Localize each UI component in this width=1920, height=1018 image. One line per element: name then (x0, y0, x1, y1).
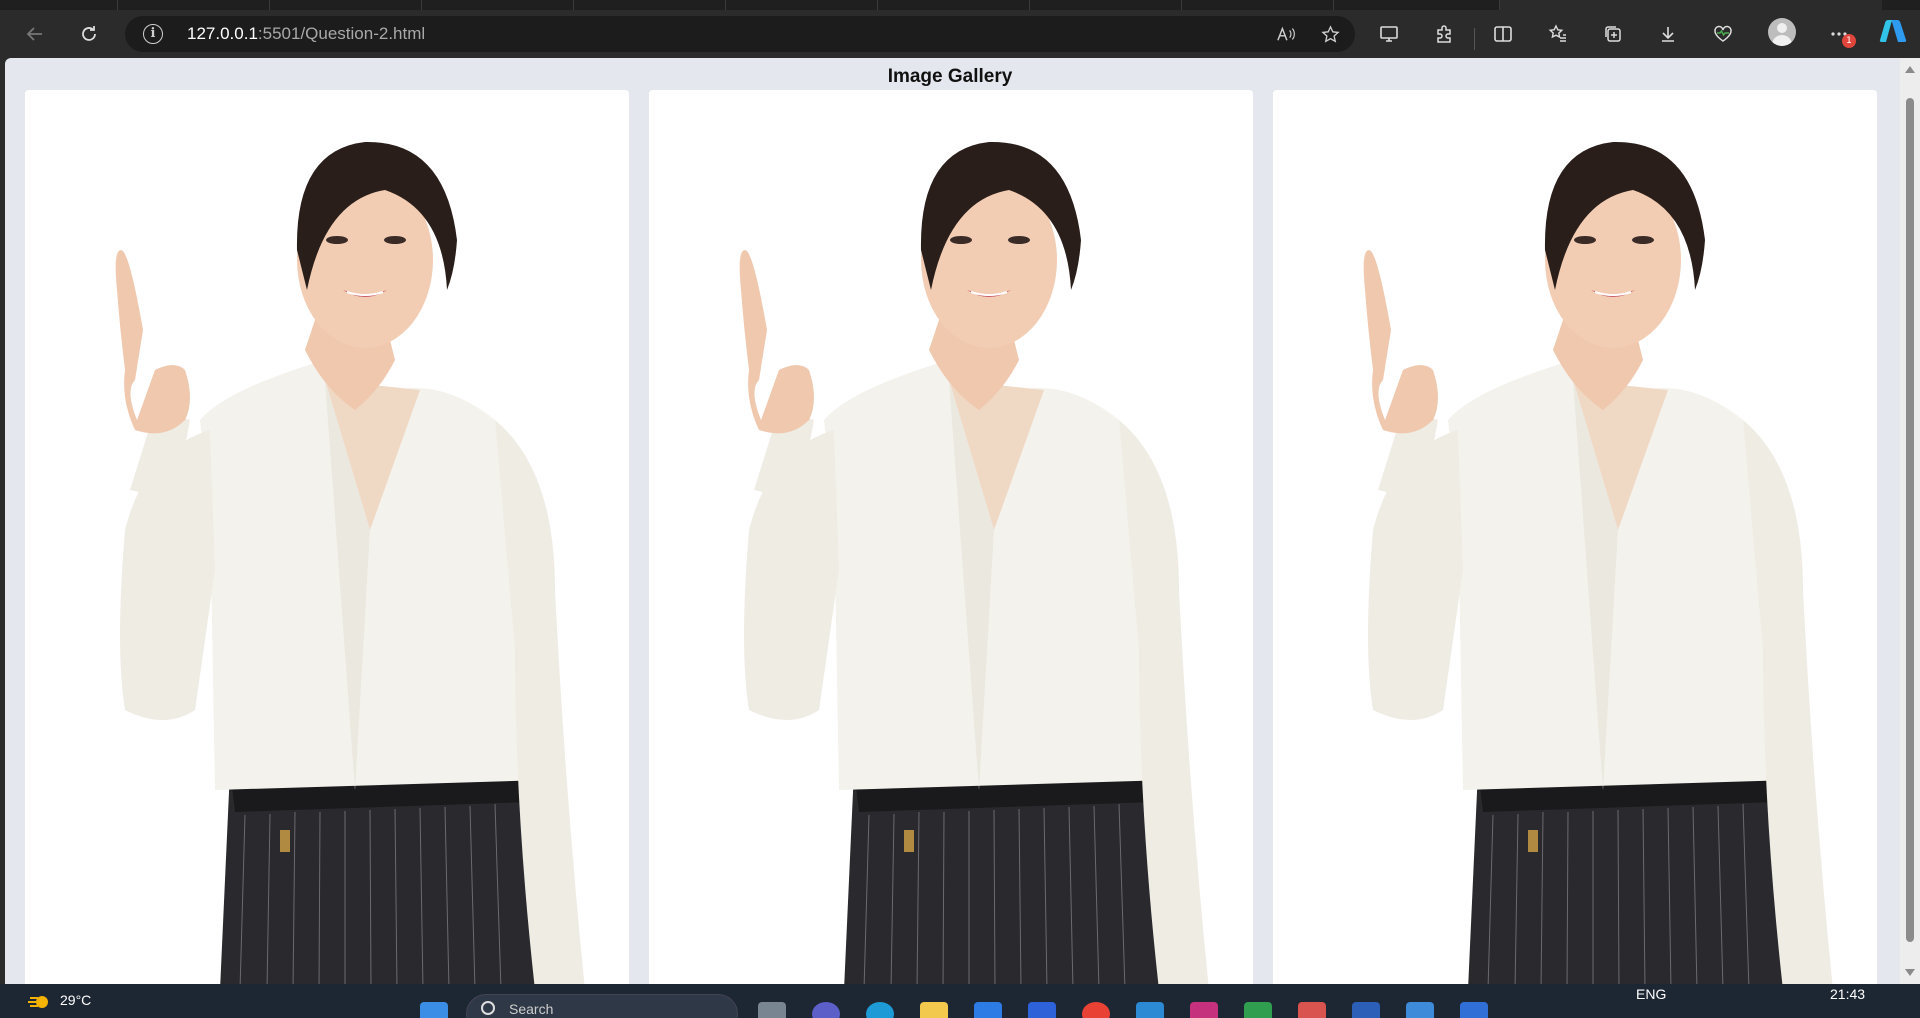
collections-icon (1605, 26, 1621, 42)
gallery-card[interactable] (1273, 90, 1877, 984)
read-aloud-icon (1277, 26, 1295, 41)
gallery-card[interactable] (25, 90, 629, 984)
page-viewport: Image Gallery (5, 58, 1900, 984)
start-windows-icon[interactable] (420, 1002, 448, 1018)
tab[interactable] (1334, 0, 1500, 10)
puzzle-icon (1437, 25, 1451, 43)
tab[interactable] (1030, 0, 1182, 10)
file-explorer-icon[interactable] (920, 1002, 948, 1018)
url-path: :5501/Question-2.html (257, 24, 426, 43)
windows-taskbar: 29°C Search ENG 21:43 (0, 984, 1920, 1018)
intellij-icon[interactable] (1190, 1002, 1218, 1018)
chrome-icon[interactable] (1082, 1002, 1110, 1018)
notification-badge: 1 (1842, 34, 1856, 48)
scroll-up-arrow-icon[interactable] (1905, 66, 1915, 73)
collections-button[interactable] (1596, 18, 1630, 50)
vscode-icon[interactable] (1136, 1002, 1164, 1018)
favorite-star-button[interactable] (1317, 22, 1343, 46)
paint-icon[interactable] (1298, 1002, 1326, 1018)
task-view-icon[interactable] (758, 1002, 786, 1018)
woman-photo (25, 90, 629, 984)
toolbar-separator (1474, 28, 1475, 50)
page-scrollbar[interactable] (1900, 58, 1920, 984)
app-green-icon[interactable] (1244, 1002, 1272, 1018)
favorites-list-icon (1548, 24, 1566, 42)
tab[interactable] (118, 0, 270, 10)
weather-sun-icon (28, 996, 48, 1008)
tab[interactable] (878, 0, 1030, 10)
address-bar[interactable]: i 127.0.0.1:5501/Question-2.html (125, 16, 1355, 52)
weather-widget[interactable]: 29°C (28, 992, 91, 1008)
woman-photo (1273, 90, 1877, 984)
star-icon (1320, 24, 1340, 43)
heart-pulse-icon (1714, 25, 1732, 42)
monitor-icon (1380, 26, 1398, 42)
teams-chat-icon[interactable] (812, 1002, 840, 1018)
scrollbar-thumb[interactable] (1906, 98, 1914, 942)
app-icon[interactable] (1028, 1002, 1056, 1018)
page-title: Image Gallery (887, 66, 1013, 87)
scroll-down-arrow-icon[interactable] (1905, 969, 1915, 976)
split-screen-icon (1494, 26, 1512, 42)
tab[interactable] (0, 0, 118, 10)
taskbar-search[interactable]: Search (466, 994, 738, 1018)
clock-time[interactable]: 21:43 (1830, 986, 1865, 1002)
favorites-button[interactable] (1541, 18, 1575, 50)
refresh-icon (82, 26, 96, 41)
screen-cast-button[interactable] (1372, 18, 1406, 50)
browser-toolbar: i 127.0.0.1:5501/Question-2.html 1 (0, 10, 1920, 58)
tab[interactable] (270, 0, 422, 10)
search-placeholder: Search (509, 1001, 554, 1017)
profile-avatar[interactable] (1768, 18, 1796, 46)
active-tab[interactable] (1500, 0, 1882, 10)
download-icon (1662, 27, 1674, 42)
gallery-card[interactable] (649, 90, 1253, 984)
temperature-text: 29°C (60, 992, 92, 1008)
downloads-button[interactable] (1651, 18, 1685, 50)
read-aloud-button[interactable] (1273, 22, 1299, 46)
back-button[interactable] (18, 18, 52, 50)
edge-browser-icon[interactable] (866, 1002, 894, 1018)
notepad-icon[interactable] (1406, 1002, 1434, 1018)
url-text[interactable]: 127.0.0.1:5501/Question-2.html (187, 24, 425, 44)
tab[interactable] (1182, 0, 1334, 10)
split-screen-button[interactable] (1486, 18, 1520, 50)
tab[interactable] (422, 0, 574, 10)
browser-essentials-button[interactable] (1706, 18, 1740, 50)
extensions-button[interactable] (1427, 18, 1461, 50)
tab[interactable] (574, 0, 726, 10)
tab[interactable] (726, 0, 878, 10)
store-icon[interactable] (974, 1002, 1002, 1018)
language-indicator[interactable]: ENG (1636, 986, 1666, 1002)
url-host: 127.0.0.1 (187, 24, 258, 43)
back-arrow-icon (26, 27, 42, 41)
site-info-icon[interactable]: i (143, 24, 163, 44)
copilot-button[interactable] (1878, 18, 1908, 44)
word-icon[interactable] (1352, 1002, 1380, 1018)
search-icon (481, 1001, 495, 1015)
app-blue-icon[interactable] (1460, 1002, 1488, 1018)
tab-strip (0, 0, 1920, 10)
refresh-button[interactable] (72, 18, 106, 50)
woman-photo (649, 90, 1253, 984)
copilot-icon (1879, 20, 1907, 42)
